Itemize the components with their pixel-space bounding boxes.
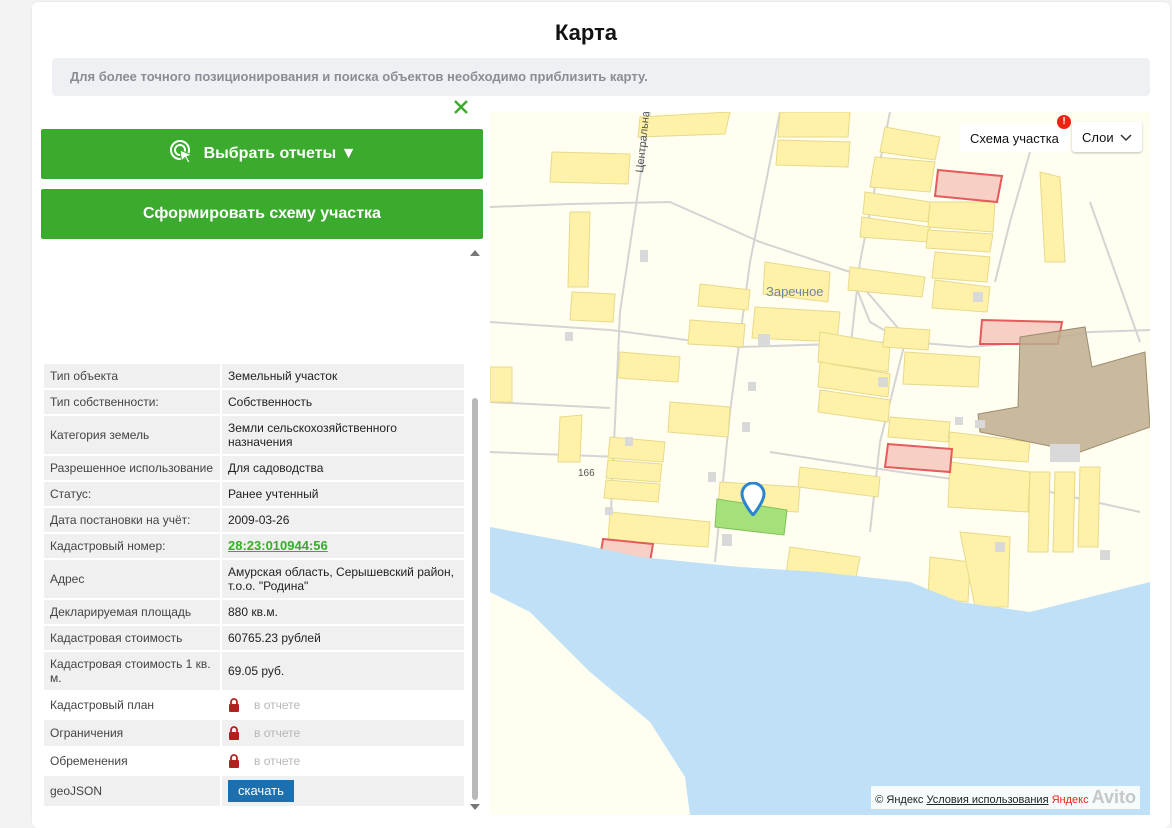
- locked-text: в отчете: [254, 754, 301, 768]
- cursor-click-icon: [168, 138, 196, 171]
- row-value-locked: в отчете: [222, 692, 464, 718]
- layers-button[interactable]: Слои: [1072, 122, 1142, 152]
- row-value: 69.05 руб.: [222, 652, 464, 690]
- row-value-locked: в отчете: [222, 720, 464, 746]
- row-label: Декларируемая площадь: [44, 600, 220, 624]
- row-label: Обременения: [50, 754, 128, 768]
- brand-label: Яндекс: [1051, 794, 1089, 806]
- scheme-button-label: Схема участка: [970, 130, 1059, 146]
- row-value: 880 кв.м.: [222, 600, 464, 624]
- scrollbar[interactable]: [469, 250, 481, 815]
- copyright-text: © Яндекс: [875, 794, 924, 806]
- chevron-down-icon: [1120, 130, 1132, 145]
- table-row: Адрес Амурская область, Серышевский райо…: [44, 560, 464, 598]
- row-value: Земли сельскохозяйственного назначения: [222, 416, 464, 454]
- lock-icon: [228, 726, 240, 740]
- row-label: Кадастровый номер:: [44, 534, 220, 558]
- map-pin-icon[interactable]: [740, 481, 766, 520]
- close-icon[interactable]: [450, 96, 472, 118]
- row-value: Для садоводства: [222, 456, 464, 480]
- parcels: [490, 112, 1101, 608]
- row-label: Тип объекта: [44, 364, 220, 388]
- table-row: Обременения в отчете: [44, 748, 464, 774]
- map[interactable]: Центральная ул. Заречное 166 Схема участ…: [490, 112, 1150, 815]
- row-label: Кадастровый план: [50, 698, 155, 712]
- locked-text: в отчете: [254, 726, 301, 740]
- scheme-button[interactable]: Схема участка: [960, 124, 1069, 152]
- row-value: Земельный участок: [222, 364, 464, 388]
- object-info-table: Тип объекта Земельный участок Тип собств…: [44, 364, 464, 808]
- table-row: Категория земель Земли сельскохозяйствен…: [44, 416, 464, 454]
- row-label: Кадастровая стоимость: [44, 626, 220, 650]
- terms-link[interactable]: Условия использования: [926, 794, 1048, 806]
- alert-badge: !: [1057, 115, 1071, 129]
- row-label: Адрес: [44, 560, 220, 598]
- form-scheme-button[interactable]: Сформировать схему участка: [41, 189, 483, 239]
- row-value: 2009-03-26: [222, 508, 464, 532]
- select-reports-label: Выбрать отчеты ▼: [203, 145, 357, 162]
- table-row: Кадастровая стоимость 60765.23 рублей: [44, 626, 464, 650]
- table-row: geoJSON скачать: [44, 776, 464, 806]
- row-label: Категория земель: [44, 416, 220, 454]
- form-scheme-label: Сформировать схему участка: [143, 205, 381, 222]
- row-value-locked: в отчете: [222, 748, 464, 774]
- map-copyright: © Яндекс Условия использования Яндекс Av…: [871, 786, 1140, 809]
- row-label: geoJSON: [44, 776, 220, 806]
- row-value: Собственность: [222, 390, 464, 414]
- table-row: Декларируемая площадь 880 кв.м.: [44, 600, 464, 624]
- row-value: скачать: [222, 776, 464, 806]
- table-row: Дата постановки на учёт: 2009-03-26: [44, 508, 464, 532]
- row-label: Разрешенное использование: [44, 456, 220, 480]
- row-value: Амурская область, Серышевский район, т.о…: [222, 560, 464, 598]
- table-row: Тип собственности: Собственность: [44, 390, 464, 414]
- lock-icon: [228, 698, 240, 712]
- cadastral-number-link[interactable]: 28:23:010944:56: [228, 539, 328, 553]
- cadastral-number-cell: 28:23:010944:56: [222, 534, 464, 558]
- village-label: Заречное: [766, 284, 824, 299]
- table-row: Кадастровый номер: 28:23:010944:56: [44, 534, 464, 558]
- road-number-label: 166: [578, 468, 595, 479]
- row-value: 60765.23 рублей: [222, 626, 464, 650]
- table-row: Тип объекта Земельный участок: [44, 364, 464, 388]
- row-label: Ограничения: [44, 720, 220, 746]
- avito-watermark: Avito: [1091, 787, 1136, 807]
- table-row: Статус: Ранее учтенный: [44, 482, 464, 506]
- zoom-notice: Для более точного позиционирования и пои…: [52, 58, 1150, 96]
- select-reports-button[interactable]: Выбрать отчеты ▼: [41, 129, 483, 179]
- layers-button-label: Слои: [1082, 129, 1114, 145]
- forest-area: [977, 326, 1150, 453]
- row-label: Тип собственности:: [44, 390, 220, 414]
- map-canvas[interactable]: [490, 112, 1150, 815]
- page-title: Карта: [554, 20, 618, 45]
- row-value: Ранее учтенный: [222, 482, 464, 506]
- download-geojson-button[interactable]: скачать: [228, 780, 294, 802]
- row-label: Кадастровая стоимость 1 кв. м.: [44, 652, 220, 690]
- scroll-down-icon[interactable]: [470, 804, 480, 810]
- table-row: Кадастровый план в отчете: [44, 692, 464, 718]
- lock-icon: [228, 754, 240, 768]
- table-row: Ограничения в отчете: [44, 720, 464, 746]
- table-row: Кадастровая стоимость 1 кв. м. 69.05 руб…: [44, 652, 464, 690]
- scroll-thumb[interactable]: [472, 398, 478, 800]
- row-label: Дата постановки на учёт:: [44, 508, 220, 532]
- scroll-up-icon[interactable]: [470, 250, 480, 256]
- table-row: Разрешенное использование Для садоводств…: [44, 456, 464, 480]
- row-label: Статус:: [44, 482, 220, 506]
- locked-text: в отчете: [254, 698, 301, 712]
